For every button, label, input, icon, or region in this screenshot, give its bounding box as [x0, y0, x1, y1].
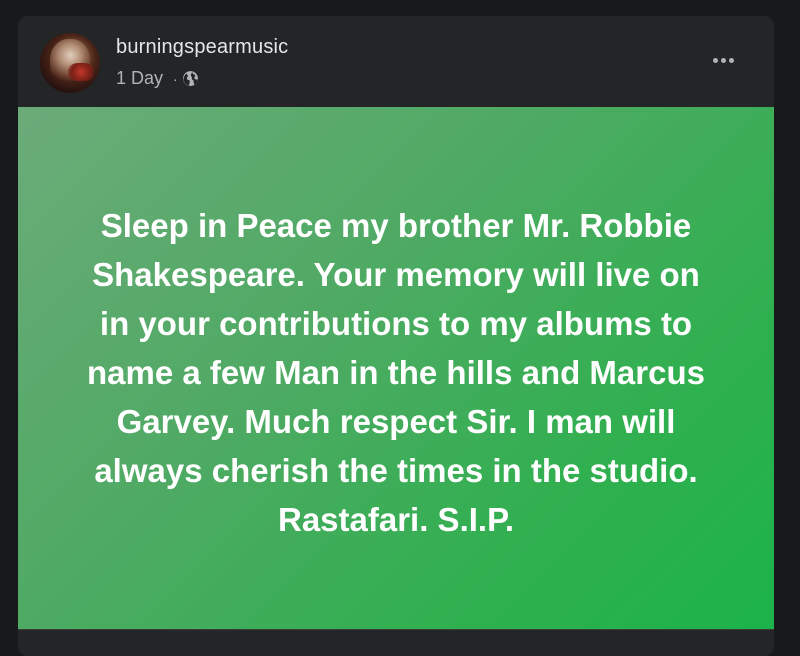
post-header: burningspearmusic 1 Day · — [18, 16, 774, 107]
post-meta: 1 Day · — [116, 68, 199, 89]
meta-separator: · — [173, 70, 178, 87]
author-name[interactable]: burningspearmusic — [116, 36, 288, 59]
post-time[interactable]: 1 Day — [116, 68, 163, 89]
post-card: burningspearmusic 1 Day · Sleep in Peace… — [18, 16, 774, 656]
globe-icon[interactable] — [182, 70, 199, 87]
more-horizontal-icon — [712, 57, 718, 63]
avatar-photo-detail — [68, 63, 94, 81]
more-horizontal-icon-dot — [720, 57, 726, 63]
post-divider — [18, 629, 774, 630]
avatar[interactable] — [40, 33, 100, 93]
post-content[interactable]: Sleep in Peace my brother Mr. Robbie Sha… — [18, 107, 774, 629]
post-text: Sleep in Peace my brother Mr. Robbie Sha… — [87, 206, 705, 538]
more-horizontal-icon-dot — [728, 57, 734, 63]
more-options-button[interactable] — [708, 50, 738, 70]
